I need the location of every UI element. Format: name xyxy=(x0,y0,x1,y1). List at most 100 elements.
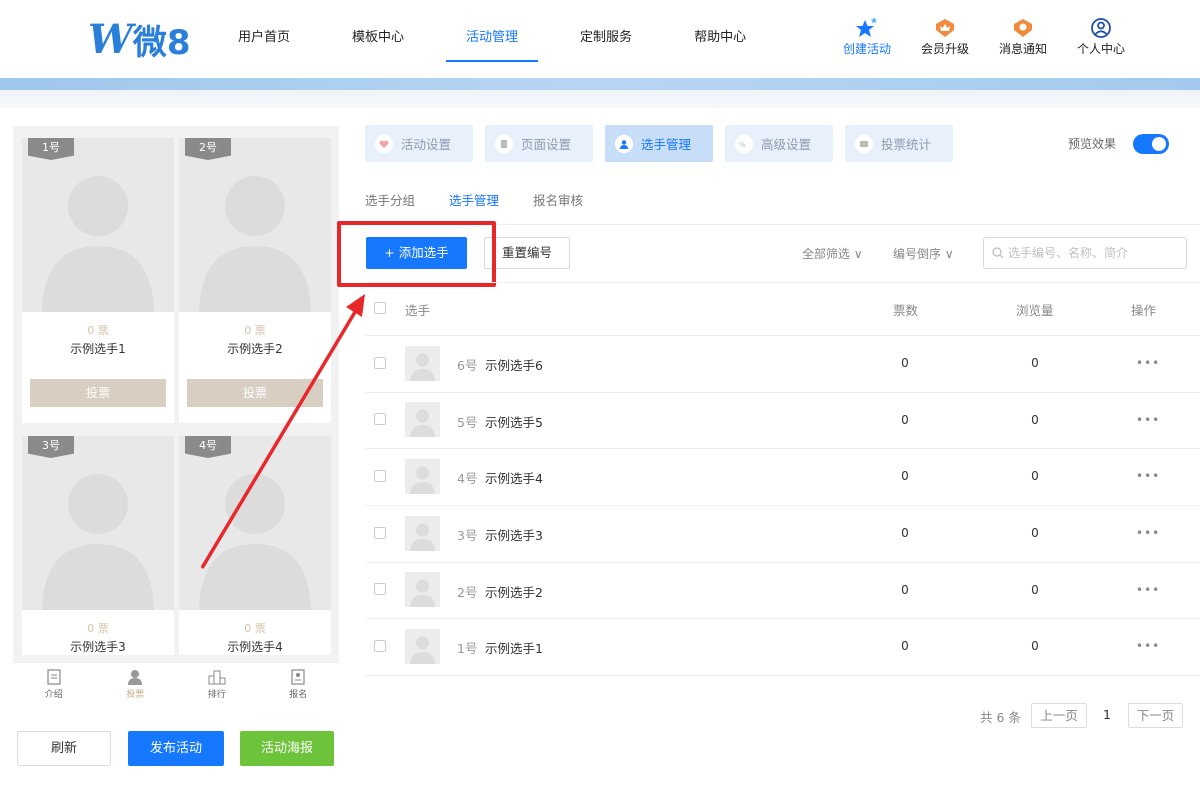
more-actions-icon[interactable]: ••• xyxy=(1136,469,1160,483)
member-upgrade-label: 会员升级 xyxy=(920,42,969,56)
header-tools: 创建活动 会员升级 消息通知 个人中心 xyxy=(828,16,1140,57)
tab-activity-settings[interactable]: 活动设置 xyxy=(365,125,473,162)
person-silhouette-icon xyxy=(410,523,435,551)
row-checkbox[interactable] xyxy=(374,357,386,369)
more-actions-icon[interactable]: ••• xyxy=(1136,526,1160,540)
header-band xyxy=(0,78,1200,90)
profile-button[interactable]: 个人中心 xyxy=(1062,16,1140,57)
person-silhouette-icon xyxy=(410,353,435,381)
select-all-checkbox[interactable] xyxy=(374,302,386,314)
player-name: 示例选手5 xyxy=(485,415,543,430)
subtab-groups[interactable]: 选手分组 xyxy=(365,190,415,209)
current-page[interactable]: 1 xyxy=(1103,707,1111,722)
player-avatar xyxy=(405,459,440,494)
next-page-button[interactable]: 下一页 xyxy=(1128,703,1183,728)
preview-effect-label: 预览效果 xyxy=(1068,137,1117,151)
row-checkbox[interactable] xyxy=(374,470,386,482)
header-shadow xyxy=(0,90,1200,108)
player-name: 示例选手6 xyxy=(485,358,543,373)
nav-item-templates[interactable]: 模板中心 xyxy=(332,0,424,62)
person-silhouette-icon xyxy=(410,579,435,607)
vote-count: 0 xyxy=(901,356,909,370)
row-checkbox[interactable] xyxy=(374,413,386,425)
person-silhouette-icon xyxy=(42,176,154,312)
member-upgrade-button[interactable]: 会员升级 xyxy=(906,16,984,57)
more-actions-icon[interactable]: ••• xyxy=(1136,583,1160,597)
more-actions-icon[interactable]: ••• xyxy=(1136,356,1160,370)
nav-item-help[interactable]: 帮助中心 xyxy=(674,0,766,62)
vote-button[interactable]: 投票 xyxy=(30,379,166,407)
document-icon xyxy=(13,667,95,687)
player-number: 6号 xyxy=(457,358,478,373)
bottom-nav-intro[interactable]: 介绍 xyxy=(13,663,95,704)
header-votes: 票数 xyxy=(893,303,919,318)
user-icon xyxy=(615,134,633,153)
logo-letter: W xyxy=(88,15,133,63)
profile-label: 个人中心 xyxy=(1076,42,1125,56)
search-input[interactable] xyxy=(1008,246,1178,260)
nav-item-home[interactable]: 用户首页 xyxy=(218,0,310,62)
heart-icon xyxy=(375,134,393,153)
row-checkbox[interactable] xyxy=(374,583,386,595)
vote-count: 0 xyxy=(901,583,909,597)
vote-count: 0 xyxy=(901,413,909,427)
main-nav: 用户首页 模板中心 活动管理 定制服务 帮助中心 xyxy=(218,0,788,62)
tab-label: 页面设置 xyxy=(521,137,572,152)
notifications-button[interactable]: 消息通知 xyxy=(984,16,1062,57)
player-avatar xyxy=(405,402,440,437)
player-name: 示例选手1 xyxy=(485,641,543,656)
notifications-label: 消息通知 xyxy=(998,42,1047,56)
more-actions-icon[interactable]: ••• xyxy=(1136,413,1160,427)
tab-page-settings[interactable]: 页面设置 xyxy=(485,125,593,162)
divider xyxy=(365,505,1200,506)
bottom-nav-signup[interactable]: 报名 xyxy=(258,663,340,704)
filter-dropdown[interactable]: 全部筛选 ∨ xyxy=(802,245,863,262)
tab-vote-stats[interactable]: 投票统计 xyxy=(845,125,953,162)
bottom-nav-vote[interactable]: 投票 xyxy=(95,663,177,704)
preview-toggle[interactable] xyxy=(1133,134,1169,154)
subtab-players[interactable]: 选手管理 xyxy=(449,190,499,209)
vote-count: 0 票 xyxy=(87,324,109,337)
bottom-nav-rank[interactable]: 排行 xyxy=(176,663,258,704)
sort-dropdown[interactable]: 编号倒序 ∨ xyxy=(893,245,954,262)
preview-card: 2号 0 票 示例选手2 投票 xyxy=(179,138,331,423)
crown-badge-icon xyxy=(906,16,984,40)
row-checkbox[interactable] xyxy=(374,640,386,652)
divider xyxy=(365,282,1200,283)
settings-tabs: 活动设置 页面设置 选手管理 % 高级设置 投票统计 xyxy=(365,125,965,162)
activity-poster-button[interactable]: 活动海报 xyxy=(240,731,334,766)
reset-numbers-button[interactable]: 重置编号 xyxy=(484,237,570,269)
divider xyxy=(365,562,1200,563)
view-count: 0 xyxy=(1031,469,1039,483)
player-name: 示例选手3 xyxy=(485,528,543,543)
preview-card: 1号 0 票 示例选手1 投票 xyxy=(22,138,174,423)
tab-player-management[interactable]: 选手管理 xyxy=(605,125,713,162)
divider xyxy=(365,392,1200,393)
player-avatar xyxy=(405,572,440,607)
create-activity-button[interactable]: 创建活动 xyxy=(828,16,906,57)
prev-page-button[interactable]: 上一页 xyxy=(1031,703,1087,728)
more-actions-icon[interactable]: ••• xyxy=(1136,639,1160,653)
tab-advanced-settings[interactable]: % 高级设置 xyxy=(725,125,833,162)
player-avatar xyxy=(405,516,440,551)
logo[interactable]: W 微8 xyxy=(88,15,191,63)
player-name: 示例选手2 xyxy=(485,585,543,600)
player-avatar xyxy=(405,346,440,381)
signup-form-icon xyxy=(258,667,340,687)
user-icon xyxy=(95,667,177,687)
vote-button[interactable]: 投票 xyxy=(187,379,323,407)
preview-card: 3号 0 票 示例选手3 xyxy=(22,436,174,655)
subtab-signup-review[interactable]: 报名审核 xyxy=(533,190,583,209)
nav-item-activity[interactable]: 活动管理 xyxy=(446,0,539,62)
view-count: 0 xyxy=(1031,413,1039,427)
tab-label: 活动设置 xyxy=(401,137,452,152)
row-checkbox[interactable] xyxy=(374,527,386,539)
svg-text:%: % xyxy=(739,141,746,149)
nav-item-custom[interactable]: 定制服务 xyxy=(560,0,652,62)
stats-icon xyxy=(855,134,873,153)
publish-activity-button[interactable]: 发布活动 xyxy=(128,731,224,766)
refresh-button[interactable]: 刷新 xyxy=(17,731,111,766)
page-icon xyxy=(495,134,513,153)
person-silhouette-icon xyxy=(199,474,311,610)
total-count: 共 6 条 xyxy=(980,710,1021,725)
